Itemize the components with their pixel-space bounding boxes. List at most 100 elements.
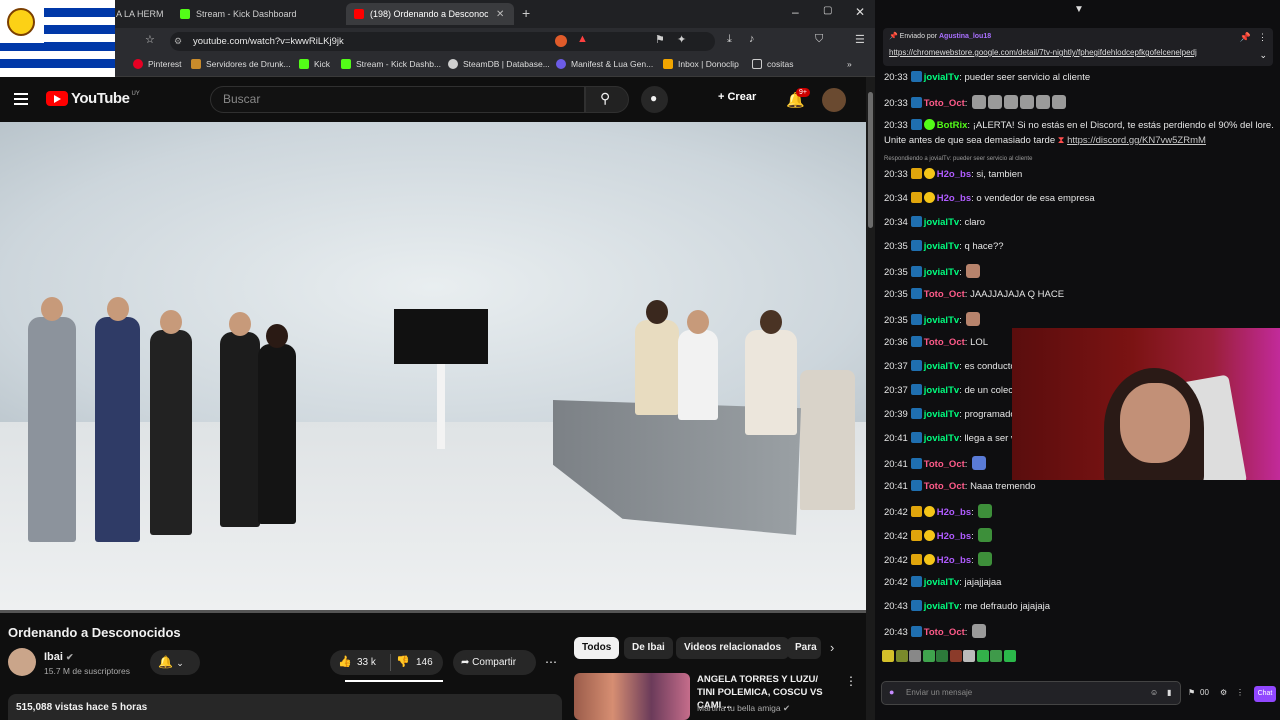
chat-input[interactable]: Enviar un mensaje (881, 681, 1181, 705)
search-input[interactable]: Buscar (210, 86, 585, 113)
message-username[interactable]: H2o_bs (937, 169, 971, 180)
chevron-right-icon[interactable]: › (830, 640, 834, 655)
message-username[interactable]: jovialTv (924, 241, 959, 252)
maximize-button[interactable]: ▢ (823, 5, 832, 16)
message-username[interactable]: jovialTv (924, 433, 959, 444)
message-username[interactable]: jovialTv (924, 601, 959, 612)
tab-kick-dashboard[interactable]: Stream - Kick Dashboard (180, 3, 335, 25)
message-username[interactable]: jovialTv (924, 385, 959, 396)
voice-search-button[interactable]: ● (641, 86, 668, 113)
message-username[interactable]: Toto_Oct (924, 627, 965, 638)
message-username[interactable]: Toto_Oct (924, 481, 965, 492)
menu-icon[interactable]: ☰ (855, 33, 865, 46)
like-count[interactable]: 33 k (357, 657, 376, 668)
chevron-down-icon[interactable]: ⌄ (1259, 50, 1267, 61)
bookmark-steamdb[interactable]: SteamDB | Database... (448, 59, 550, 69)
minimize-button[interactable]: – (792, 5, 799, 19)
message-username[interactable]: Toto_Oct (924, 289, 965, 300)
message-username[interactable]: jovialTv (924, 361, 959, 372)
bookmark-donoclip[interactable]: Inbox | Donoclip (663, 59, 739, 69)
video-description[interactable]: 515,088 vistas hace 5 horas (8, 694, 562, 720)
like-icon[interactable]: 👍 (338, 655, 352, 668)
tab-a-la-hermana[interactable]: A LA HERM (116, 3, 168, 25)
share-button[interactable]: ➦ Compartir (453, 650, 536, 675)
channel-avatar[interactable] (8, 648, 36, 676)
badge-selector-icon[interactable]: ● (889, 687, 894, 697)
emote-icon[interactable] (963, 650, 975, 662)
message-username[interactable]: Toto_Oct (924, 337, 965, 348)
scrollbar-thumb[interactable] (868, 92, 873, 228)
emote-icon[interactable] (949, 650, 962, 662)
bookmark-kick-dashboard[interactable]: Stream - Kick Dashb... (341, 59, 441, 69)
emote-icon[interactable] (909, 650, 921, 662)
bookmark-star-icon[interactable]: ☆ (145, 33, 155, 46)
download-icon[interactable]: ⤓ (727, 33, 732, 46)
emote-picker-icon[interactable]: ☺ (1150, 688, 1158, 697)
message-username[interactable]: Toto_Oct (924, 98, 965, 109)
chip-related[interactable]: Videos relacionados (676, 637, 790, 659)
message-username[interactable]: jovialTv (924, 72, 959, 83)
collapse-chat-icon[interactable]: ▼ (1074, 4, 1084, 15)
create-button[interactable]: + Crear (718, 91, 756, 103)
music-icon[interactable]: ♪ (749, 33, 755, 45)
extension-icon[interactable]: ⚑ (655, 33, 665, 46)
message-username[interactable]: H2o_bs (937, 193, 971, 204)
unpin-icon[interactable]: 📌 (1240, 32, 1251, 43)
settings-icon[interactable]: ⚙ (1220, 688, 1227, 697)
site-info-icon[interactable]: ⚙ (174, 32, 182, 51)
more-bookmarks-icon[interactable]: » (847, 59, 852, 69)
recommended-thumbnail[interactable] (574, 673, 690, 720)
channel-name[interactable]: Ibai ✔ (44, 651, 74, 663)
bookmark-cositas[interactable]: cositas (752, 59, 793, 69)
message-username[interactable]: H2o_bs (937, 507, 971, 518)
bookmark-drunk[interactable]: Servidores de Drunk... (191, 59, 291, 69)
discord-link[interactable]: https://discord.gg/KN7vw5ZRmM (1067, 135, 1206, 146)
message-username[interactable]: jovialTv (924, 577, 959, 588)
chip-all[interactable]: Todos (574, 637, 620, 659)
emote-icon[interactable] (895, 650, 908, 662)
message-username[interactable]: jovialTv (924, 267, 959, 278)
recommended-more-icon[interactable]: ⋮ (845, 674, 857, 688)
new-tab-button[interactable]: + (522, 5, 530, 21)
address-bar[interactable]: ⚙ youtube.com/watch?v=kwwRiLKj9jk (170, 32, 715, 51)
chip-from-ibai[interactable]: De Ibai (624, 637, 673, 659)
menu-icon[interactable] (14, 93, 28, 108)
shield-icon[interactable]: ⛉ (815, 33, 823, 46)
bookmark-pinterest[interactable]: Pinterest (133, 59, 182, 69)
bookmark-kick[interactable]: Kick (299, 59, 330, 69)
lock-icon[interactable]: ▮ (1167, 688, 1171, 697)
emote-icon[interactable] (922, 650, 935, 662)
close-tab-icon[interactable]: ✕ (496, 9, 504, 20)
emote-icon[interactable] (882, 650, 894, 662)
subscription-bell-button[interactable]: 🔔 ⌄ (150, 650, 200, 675)
dislike-count[interactable]: 146 (416, 657, 433, 668)
video-player[interactable] (0, 122, 866, 610)
chat-settings-icon[interactable]: ⋮ (1236, 688, 1244, 697)
close-window-button[interactable]: ✕ (855, 5, 865, 19)
more-options-icon[interactable]: ⋮ (1258, 32, 1267, 43)
emote-icon[interactable] (936, 650, 948, 662)
more-actions-icon[interactable]: ⋯ (541, 650, 561, 675)
pinned-username[interactable]: Agustina_lou18 (939, 33, 991, 40)
message-username[interactable]: BotRix (937, 120, 968, 131)
chip-for-you[interactable]: Para (787, 637, 821, 659)
rewards-icon[interactable]: ▲ (577, 33, 588, 45)
dislike-icon[interactable]: 👎 (396, 655, 410, 668)
tab-youtube-video[interactable]: (198) Ordenando a Desconoc ✕ (346, 3, 514, 25)
user-avatar[interactable] (822, 88, 846, 112)
brave-shield-icon[interactable] (555, 35, 567, 47)
pinned-link[interactable]: https://chromewebstore.google.com/detail… (889, 48, 1197, 57)
viewers-icon[interactable]: ⚑ (1188, 688, 1195, 697)
youtube-logo[interactable]: YouTube UY (46, 90, 140, 107)
bookmark-manifest[interactable]: Manifest & Lua Gen... (556, 59, 653, 69)
message-username[interactable]: jovialTv (924, 409, 959, 420)
message-username[interactable]: jovialTv (924, 217, 959, 228)
video-progress-bar[interactable] (0, 610, 866, 613)
recommended-channel[interactable]: Martina tu bella amiga ✔ (697, 703, 790, 714)
message-username[interactable]: Toto_Oct (924, 459, 965, 470)
message-username[interactable]: jovialTv (924, 315, 959, 326)
emote-icon[interactable] (976, 650, 989, 662)
emote-icon[interactable] (1003, 650, 1016, 662)
message-username[interactable]: H2o_bs (937, 555, 971, 566)
chat-send-button[interactable]: Chat (1254, 686, 1276, 702)
